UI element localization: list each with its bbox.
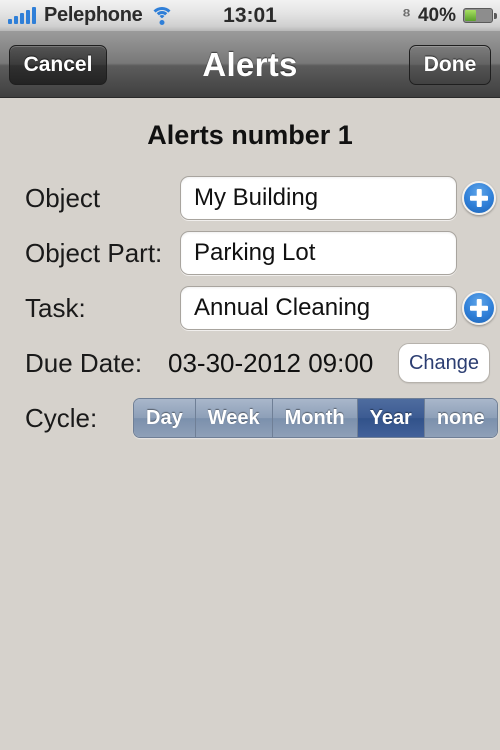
- bluetooth-icon: ⁸: [401, 5, 411, 26]
- clock: 13:01: [223, 3, 277, 27]
- cycle-segment-month[interactable]: Month: [272, 399, 358, 437]
- navigation-bar: Cancel Alerts Done: [0, 32, 500, 98]
- form-row-cycle: Cycle: Day Week Month Year none: [0, 394, 500, 442]
- cycle-segment-day[interactable]: Day: [134, 399, 196, 437]
- status-bar-right: ⁸ 40%: [402, 5, 500, 27]
- form-row-task: Task: Annual Cleaning: [0, 284, 500, 332]
- cycle-segment-week[interactable]: Week: [195, 399, 273, 437]
- cycle-label: Cycle:: [25, 402, 98, 433]
- page-title: Alerts: [202, 45, 298, 83]
- cycle-segmented-control[interactable]: Day Week Month Year none: [133, 398, 498, 438]
- form-content: Alerts number 1 Object My Building Objec…: [0, 98, 500, 750]
- done-button[interactable]: Done: [409, 45, 491, 85]
- section-heading: Alerts number 1: [147, 120, 353, 150]
- cancel-button[interactable]: Cancel: [9, 45, 107, 85]
- change-date-button[interactable]: Change: [398, 343, 490, 383]
- task-add-plus-circle-icon[interactable]: [462, 291, 496, 325]
- object-input[interactable]: My Building: [180, 176, 457, 220]
- task-input[interactable]: Annual Cleaning: [180, 286, 457, 330]
- object-add-plus-circle-icon[interactable]: [462, 181, 496, 215]
- task-label: Task:: [25, 292, 86, 323]
- form-row-object: Object My Building: [0, 174, 500, 222]
- form-row-due-date: Due Date: 03-30-2012 09:00 Change: [0, 339, 500, 387]
- due-date-label: Due Date:: [25, 347, 143, 378]
- battery-icon: [463, 8, 497, 23]
- form-row-object-part: Object Part: Parking Lot: [0, 229, 500, 277]
- battery-percent-label: 40%: [417, 4, 456, 26]
- status-bar: Pelephone 13:01 ⁸ 40%: [0, 0, 500, 32]
- cycle-segment-none[interactable]: none: [424, 399, 497, 437]
- object-label: Object: [25, 182, 101, 213]
- object-part-input[interactable]: Parking Lot: [180, 231, 457, 275]
- due-date-value: 03-30-2012 09:00: [168, 347, 374, 378]
- object-part-label: Object Part:: [25, 237, 163, 268]
- cycle-segment-year[interactable]: Year: [357, 399, 425, 437]
- app-screen: Pelephone 13:01 ⁸ 40% Cancel Alerts Done…: [0, 0, 500, 750]
